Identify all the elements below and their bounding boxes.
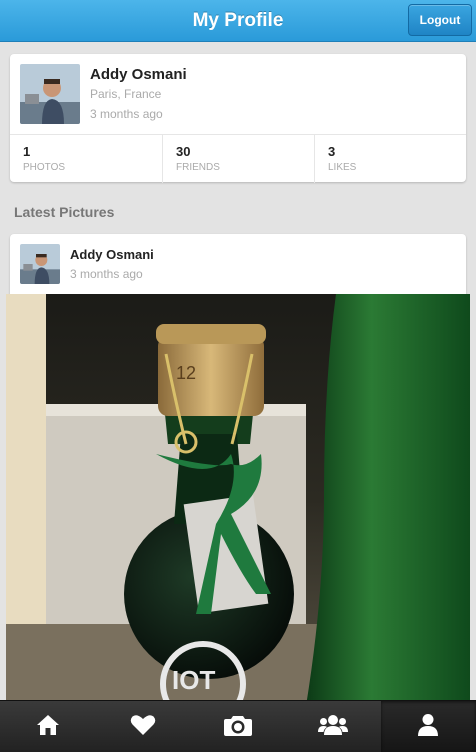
tab-friends[interactable]	[286, 701, 381, 752]
users-icon	[318, 714, 349, 741]
heart-icon	[130, 714, 156, 741]
profile-stats: 1 PHOTOS 30 FRIENDS 3 LIKES	[10, 134, 466, 183]
stat-value: 3	[328, 144, 336, 159]
post-time: 3 months ago	[70, 267, 143, 281]
stat-label: FRIENDS	[176, 162, 220, 173]
avatar[interactable]	[20, 64, 80, 124]
stat-label: PHOTOS	[23, 162, 66, 173]
post-photo[interactable]: 12 IOT	[6, 294, 470, 706]
profile-card: Addy Osmani Paris, France 3 months ago 1…	[10, 54, 466, 183]
stat-value: 1	[23, 144, 31, 159]
stat-likes[interactable]: 3 LIKES	[314, 135, 466, 183]
profile-name[interactable]: Addy Osmani	[90, 66, 187, 83]
app-header: My Profile Logout	[0, 0, 476, 42]
post-author[interactable]: Addy Osmani	[70, 247, 154, 262]
stat-value: 30	[176, 144, 191, 159]
stat-photos[interactable]: 1 PHOTOS	[10, 135, 162, 183]
tab-home[interactable]	[0, 701, 95, 752]
tab-likes[interactable]	[95, 701, 190, 752]
tab-camera[interactable]	[190, 701, 285, 752]
stat-label: LIKES	[328, 162, 357, 173]
svg-text:IOT: IOT	[172, 665, 215, 695]
stat-friends[interactable]: 30 FRIENDS	[162, 135, 314, 183]
logout-button[interactable]: Logout	[408, 4, 472, 36]
tab-bar	[0, 700, 476, 752]
post-avatar[interactable]	[20, 244, 60, 284]
page-title: My Profile	[192, 10, 284, 31]
tab-profile[interactable]	[380, 701, 476, 752]
home-icon	[36, 714, 60, 741]
section-title: Latest Pictures	[14, 204, 115, 220]
user-icon	[418, 713, 439, 741]
profile-location: Paris, France	[90, 87, 162, 101]
profile-joined: 3 months ago	[90, 107, 163, 121]
camera-icon	[223, 714, 252, 741]
svg-text:12: 12	[176, 363, 196, 383]
